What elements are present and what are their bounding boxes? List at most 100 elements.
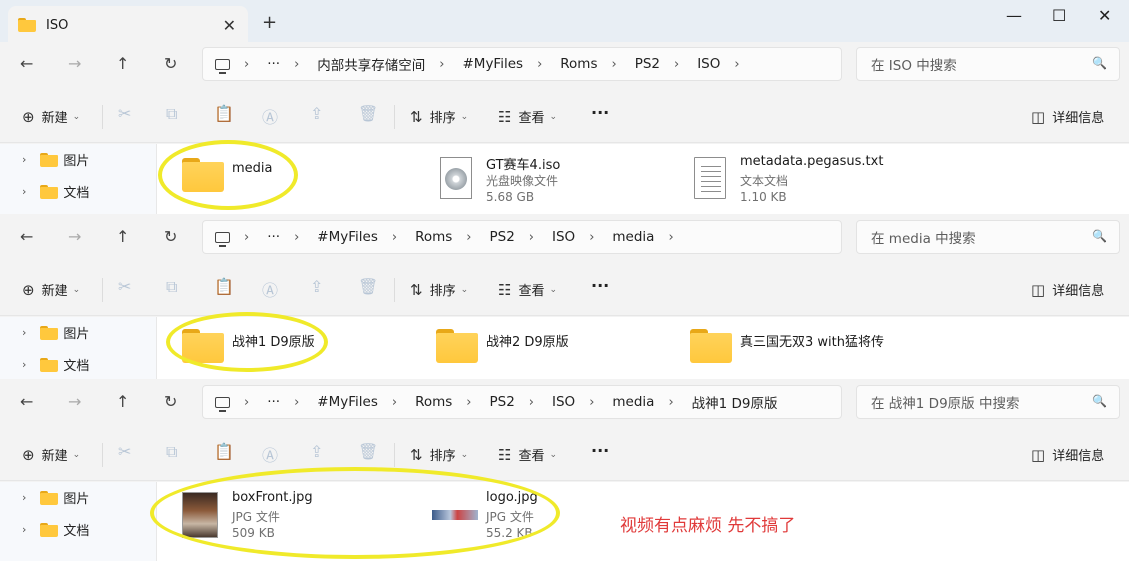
address-bar[interactable]: › ··· › #MyFiles › Roms › PS2 › ISO › media ›: [202, 220, 842, 254]
up-arrow-icon[interactable]: ↑: [116, 54, 129, 73]
search-input[interactable]: 在 media 中搜索 🔍: [856, 220, 1120, 254]
view-button[interactable]: ☷ 查看 ⌄: [498, 445, 557, 465]
expand-chevron-icon[interactable]: ›: [22, 153, 26, 166]
this-pc-icon[interactable]: [215, 58, 230, 74]
breadcrumb-item[interactable]: #MyFiles: [317, 229, 378, 245]
breadcrumb-item[interactable]: ···: [267, 229, 280, 245]
cut-icon[interactable]: ✂: [118, 277, 131, 296]
expand-chevron-icon[interactable]: ›: [22, 358, 26, 371]
new-tab-button[interactable]: +: [262, 12, 277, 33]
cut-icon[interactable]: ✂: [118, 104, 131, 123]
file-item-image[interactable]: boxFront.jpg JPG 文件 509 KB: [182, 490, 382, 546]
breadcrumb-item[interactable]: PS2: [489, 229, 514, 245]
breadcrumb-item[interactable]: PS2: [489, 394, 514, 410]
up-arrow-icon[interactable]: ↑: [116, 227, 129, 246]
share-icon[interactable]: ⇪: [310, 442, 323, 461]
details-button[interactable]: ◫ 详细信息: [1031, 280, 1104, 300]
more-options-icon[interactable]: ···: [591, 103, 609, 122]
nav-item-documents[interactable]: › 文档: [22, 520, 89, 539]
new-button[interactable]: ⊕ 新建 ⌄: [22, 280, 80, 300]
back-arrow-icon[interactable]: ←: [20, 54, 33, 73]
share-icon[interactable]: ⇪: [310, 277, 323, 296]
this-pc-icon[interactable]: [215, 396, 230, 412]
rename-icon[interactable]: Ⓐ: [262, 442, 278, 466]
file-item-folder[interactable]: 战神2 D9原版: [434, 327, 634, 367]
address-bar[interactable]: › ··· › 内部共享存储空间 › #MyFiles › Roms › PS2 › IS…: [202, 47, 842, 81]
sort-button[interactable]: ⇅ 排序 ⌄: [410, 107, 468, 127]
new-button[interactable]: ⊕ 新建 ⌄: [22, 107, 80, 127]
breadcrumb-item[interactable]: ···: [267, 394, 280, 410]
refresh-icon[interactable]: ↻: [164, 54, 177, 73]
breadcrumb-item[interactable]: ···: [267, 56, 280, 72]
copy-icon[interactable]: ⧉: [166, 104, 177, 124]
expand-chevron-icon[interactable]: ›: [22, 491, 26, 504]
expand-chevron-icon[interactable]: ›: [22, 326, 26, 339]
search-input[interactable]: 在 战神1 D9原版 中搜索 🔍: [856, 385, 1120, 419]
sort-button[interactable]: ⇅ 排序 ⌄: [410, 280, 468, 300]
breadcrumb-item[interactable]: Roms: [415, 394, 452, 410]
paste-icon[interactable]: 📋: [214, 104, 234, 123]
copy-icon[interactable]: ⧉: [166, 442, 177, 462]
breadcrumb-item[interactable]: ISO: [552, 229, 575, 245]
file-item-folder[interactable]: 真三国无双3 with猛将传: [688, 327, 928, 367]
forward-arrow-icon[interactable]: →: [68, 227, 81, 246]
breadcrumb-item[interactable]: media: [612, 394, 654, 410]
breadcrumb-item[interactable]: ISO: [697, 56, 720, 72]
delete-icon[interactable]: 🗑: [358, 442, 378, 461]
file-item-folder[interactable]: 战神1 D9原版: [180, 327, 380, 367]
sort-button[interactable]: ⇅ 排序 ⌄: [410, 445, 468, 465]
tab-iso[interactable]: ISO ✕: [8, 6, 248, 44]
nav-item-pictures[interactable]: › 图片: [22, 323, 89, 342]
close-window-button[interactable]: ✕: [1098, 6, 1111, 25]
breadcrumb-item[interactable]: #MyFiles: [462, 56, 523, 72]
breadcrumb-item[interactable]: Roms: [415, 229, 452, 245]
delete-icon[interactable]: 🗑: [358, 104, 378, 123]
cut-icon[interactable]: ✂: [118, 442, 131, 461]
breadcrumb-item[interactable]: PS2: [635, 56, 660, 72]
paste-icon[interactable]: 📋: [214, 442, 234, 461]
close-tab-icon[interactable]: ✕: [223, 16, 236, 35]
expand-chevron-icon[interactable]: ›: [22, 185, 26, 198]
search-input[interactable]: 在 ISO 中搜索 🔍: [856, 47, 1120, 81]
this-pc-icon[interactable]: [215, 231, 230, 247]
breadcrumb-item[interactable]: #MyFiles: [317, 394, 378, 410]
file-item-image[interactable]: logo.jpg JPG 文件 55.2 KB: [432, 490, 632, 546]
up-arrow-icon[interactable]: ↑: [116, 392, 129, 411]
breadcrumb-item[interactable]: media: [612, 229, 654, 245]
back-arrow-icon[interactable]: ←: [20, 392, 33, 411]
details-button[interactable]: ◫ 详细信息: [1031, 107, 1104, 127]
breadcrumb-item[interactable]: Roms: [560, 56, 597, 72]
forward-arrow-icon[interactable]: →: [68, 392, 81, 411]
view-button[interactable]: ☷ 查看 ⌄: [498, 280, 557, 300]
view-button[interactable]: ☷ 查看 ⌄: [498, 107, 557, 127]
rename-icon[interactable]: Ⓐ: [262, 277, 278, 301]
copy-icon[interactable]: ⧉: [166, 277, 177, 297]
back-arrow-icon[interactable]: ←: [20, 227, 33, 246]
delete-icon[interactable]: 🗑: [358, 277, 378, 296]
address-bar[interactable]: › ··· › #MyFiles › Roms › PS2 › ISO › media › …: [202, 385, 842, 419]
expand-chevron-icon[interactable]: ›: [22, 523, 26, 536]
file-item-text[interactable]: metadata.pegasus.txt 文本文档 1.10 KB: [692, 154, 912, 208]
new-button[interactable]: ⊕ 新建 ⌄: [22, 445, 80, 465]
forward-arrow-icon[interactable]: →: [68, 54, 81, 73]
more-options-icon[interactable]: ···: [591, 441, 609, 460]
breadcrumb-item[interactable]: 战神1 D9原版: [692, 392, 778, 412]
nav-item-pictures[interactable]: › 图片: [22, 150, 89, 169]
breadcrumb-item[interactable]: ISO: [552, 394, 575, 410]
refresh-icon[interactable]: ↻: [164, 227, 177, 246]
details-button[interactable]: ◫ 详细信息: [1031, 445, 1104, 465]
file-item-iso[interactable]: GT赛车4.iso 光盘映像文件 5.68 GB: [438, 154, 638, 208]
breadcrumb-item[interactable]: 内部共享存储空间: [317, 54, 425, 74]
rename-icon[interactable]: Ⓐ: [262, 104, 278, 128]
refresh-icon[interactable]: ↻: [164, 392, 177, 411]
file-type: JPG 文件: [232, 510, 280, 524]
more-options-icon[interactable]: ···: [591, 276, 609, 295]
share-icon[interactable]: ⇪: [310, 104, 323, 123]
file-item-folder[interactable]: media: [180, 156, 360, 206]
minimize-button[interactable]: —: [1006, 6, 1022, 25]
maximize-button[interactable]: ☐: [1052, 6, 1066, 25]
nav-item-documents[interactable]: › 文档: [22, 182, 89, 201]
nav-item-pictures[interactable]: › 图片: [22, 488, 89, 507]
paste-icon[interactable]: 📋: [214, 277, 234, 296]
nav-item-documents[interactable]: › 文档: [22, 355, 89, 374]
